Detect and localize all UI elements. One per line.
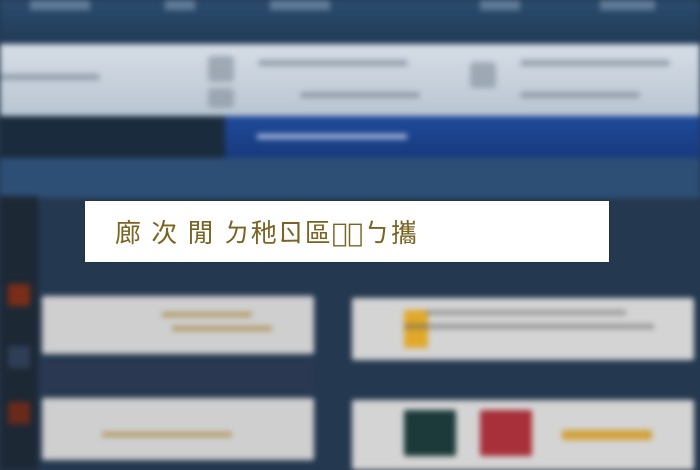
title-bar xyxy=(0,0,700,44)
toolbar-icon xyxy=(208,88,234,108)
banner-text xyxy=(257,134,407,139)
left-column xyxy=(0,196,38,470)
toolbar-item xyxy=(258,60,408,66)
right-panel xyxy=(352,400,694,470)
toolbar-icon xyxy=(470,62,496,88)
right-panel xyxy=(352,298,694,360)
nav-strip xyxy=(0,158,700,198)
panel-text xyxy=(162,312,252,317)
content-panel xyxy=(42,296,314,354)
title-bar-item xyxy=(165,0,195,10)
right-panel-text xyxy=(404,324,654,329)
right-panel-thumb xyxy=(404,410,456,456)
left-column-thumb xyxy=(8,284,30,306)
right-panel-thumb xyxy=(404,310,428,348)
header-banner xyxy=(225,116,700,158)
content-panel xyxy=(42,398,314,460)
left-column-thumb xyxy=(8,346,30,368)
toolbar-item xyxy=(520,60,670,66)
right-panel-text xyxy=(426,310,626,315)
title-bar-item xyxy=(270,0,330,10)
content-row xyxy=(40,360,315,392)
panel-text xyxy=(172,326,272,331)
title-bar-item xyxy=(30,0,90,10)
overlay-banner: 廊 次 閒 ㄉ䄬ㄖ區ㄉ᷀ㄅ攜 xyxy=(85,201,609,262)
title-bar-item xyxy=(600,0,655,10)
toolbar-icon xyxy=(208,56,234,82)
right-panel-text xyxy=(562,430,652,440)
toolbar xyxy=(0,44,700,116)
toolbar-item xyxy=(0,74,100,80)
right-panel-thumb xyxy=(480,410,532,456)
toolbar-item xyxy=(300,92,420,98)
toolbar-item xyxy=(520,92,640,98)
overlay-message: 廊 次 閒 ㄉ䄬ㄖ區ㄉ᷀ㄅ攜 xyxy=(115,219,418,249)
panel-text xyxy=(102,432,232,437)
left-column-thumb xyxy=(8,402,30,424)
title-bar-item xyxy=(480,0,520,10)
